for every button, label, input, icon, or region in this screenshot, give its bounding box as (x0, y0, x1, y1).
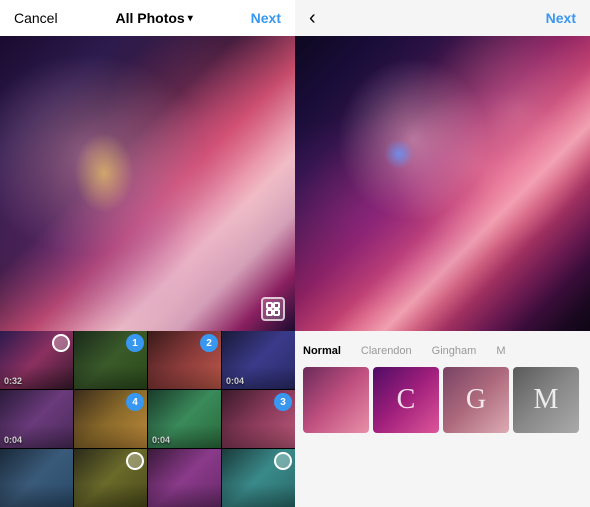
right-panel: ‹ Next Normal Clarendon Gingham M C G (295, 0, 590, 507)
thumb-duration-5: 0:04 (4, 435, 22, 445)
main-preview-image (0, 36, 295, 331)
right-preview-image (295, 36, 590, 331)
filter-thumb-moon[interactable]: M (513, 367, 579, 433)
filter-thumbnail-row: C G M (295, 367, 590, 433)
thumb-duration-4: 0:04 (226, 376, 244, 386)
right-next-button[interactable]: Next (546, 10, 576, 26)
filter-letter-gingham: G (443, 367, 509, 433)
right-header: ‹ Next (295, 0, 590, 36)
thumbnail-2[interactable]: 1 (74, 331, 147, 389)
chevron-down-icon: ▾ (188, 13, 193, 24)
thumb-image-9 (0, 449, 73, 507)
filter-letter-moon: M (513, 367, 579, 433)
thumb-badge-3: 2 (200, 334, 218, 352)
all-photos-label: All Photos (115, 10, 184, 26)
filter-label-moon[interactable]: M (496, 345, 505, 357)
left-panel: Cancel All Photos ▾ Next 0:32 1 (0, 0, 295, 507)
filter-thumb-clarendon[interactable]: C (373, 367, 439, 433)
thumb-badge-2: 1 (126, 334, 144, 352)
thumbnail-8[interactable]: 3 (222, 390, 295, 448)
thumbnail-7[interactable]: 0:04 (148, 390, 221, 448)
thumbnail-5[interactable]: 0:04 (0, 390, 73, 448)
filter-label-gingham[interactable]: Gingham (432, 345, 477, 357)
cancel-button[interactable]: Cancel (14, 10, 58, 26)
thumb-duration-1: 0:32 (4, 376, 22, 386)
thumb-badge-6: 4 (126, 393, 144, 411)
thumbnail-3[interactable]: 2 (148, 331, 221, 389)
main-preview-area (0, 36, 295, 331)
right-preview-area (295, 36, 590, 331)
thumbnail-6[interactable]: 4 (74, 390, 147, 448)
thumbnail-12[interactable] (222, 449, 295, 507)
filter-letter-clarendon: C (373, 367, 439, 433)
expand-button[interactable] (261, 297, 285, 321)
filter-section: Normal Clarendon Gingham M C G M (295, 331, 590, 441)
thumb-badge-8: 3 (274, 393, 292, 411)
left-header: Cancel All Photos ▾ Next (0, 0, 295, 36)
filter-label-clarendon[interactable]: Clarendon (361, 345, 412, 357)
expand-icon (266, 302, 280, 316)
filter-thumb-gingham[interactable]: G (443, 367, 509, 433)
filter-thumb-normal[interactable] (303, 367, 369, 433)
thumbnail-10[interactable] (74, 449, 147, 507)
all-photos-dropdown[interactable]: All Photos ▾ (115, 10, 192, 26)
thumb-duration-7: 0:04 (152, 435, 170, 445)
filter-label-row: Normal Clarendon Gingham M (295, 345, 590, 357)
filter-preview-normal (303, 367, 369, 433)
thumbnail-11[interactable] (148, 449, 221, 507)
filter-label-normal[interactable]: Normal (303, 345, 341, 357)
thumbnail-grid: 0:32 1 2 0:04 0:04 4 0:04 3 (0, 331, 295, 507)
thumb-image-11 (148, 449, 221, 507)
thumbnail-9[interactable] (0, 449, 73, 507)
back-button[interactable]: ‹ (309, 8, 316, 28)
thumbnail-4[interactable]: 0:04 (222, 331, 295, 389)
thumb-select-circle-1 (52, 334, 70, 352)
left-next-button[interactable]: Next (251, 10, 281, 26)
thumb-select-circle-12 (274, 452, 292, 470)
thumb-select-circle-10 (126, 452, 144, 470)
thumbnail-1[interactable]: 0:32 (0, 331, 73, 389)
